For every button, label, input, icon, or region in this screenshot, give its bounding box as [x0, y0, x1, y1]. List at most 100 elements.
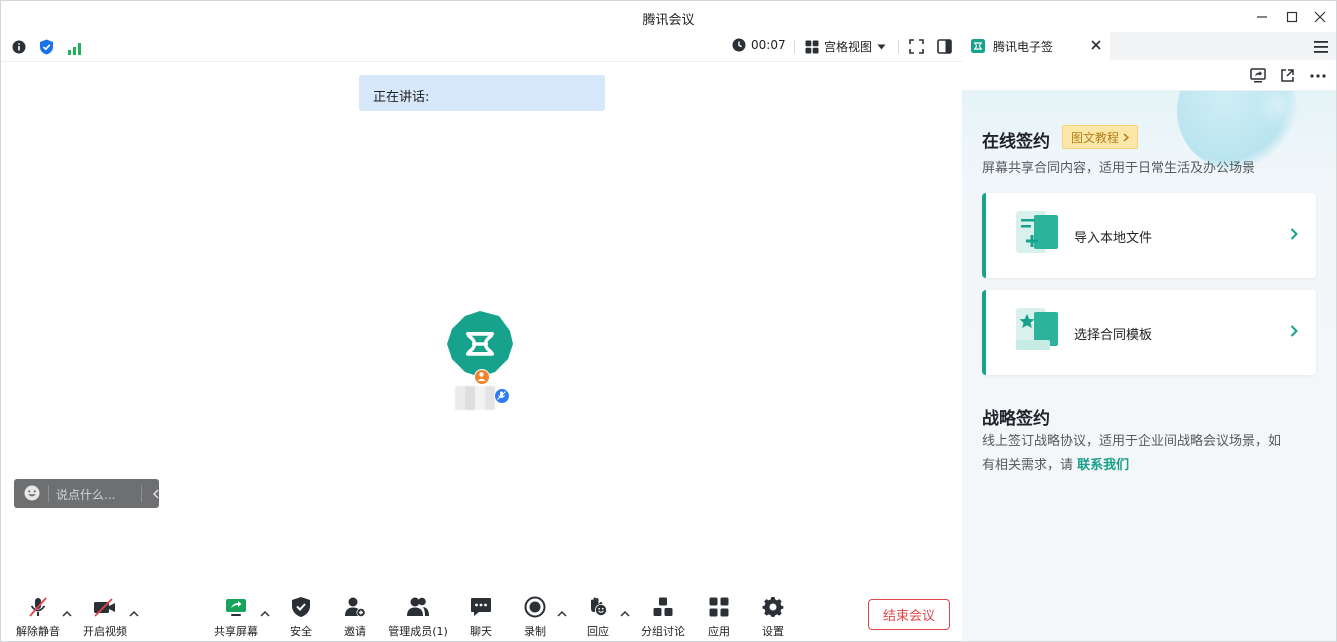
- mic-muted-icon: [27, 595, 49, 619]
- emoji-icon: [24, 485, 40, 501]
- share-options-chevron-icon[interactable]: [260, 610, 270, 617]
- contract-template-icon: [1016, 308, 1058, 350]
- network-signal-icon[interactable]: [67, 40, 82, 59]
- react-label: 回应: [587, 625, 609, 638]
- apps-icon: [708, 595, 730, 619]
- share-to-screen-icon[interactable]: [1250, 68, 1266, 83]
- import-file-label: 导入本地文件: [1074, 231, 1153, 246]
- manage-members-button[interactable]: 管理成员(1): [387, 595, 449, 639]
- gear-icon: [762, 595, 784, 619]
- audio-options-chevron-icon[interactable]: [62, 610, 72, 617]
- select-template-card[interactable]: 选择合同模板: [982, 290, 1316, 375]
- meeting-area: 00:07 宫格视图 正在讲话: 说点什么... 解除静音 开启视频 共享屏幕 …: [0, 32, 962, 642]
- unmute-button[interactable]: 解除静音: [8, 595, 68, 639]
- add-user-icon: [344, 595, 366, 619]
- meeting-topbar: 00:07 宫格视图: [1, 32, 962, 62]
- share-screen-icon: [225, 595, 247, 619]
- participant-avatar[interactable]: [447, 311, 513, 377]
- record-options-chevron-icon[interactable]: [557, 610, 567, 617]
- divider: [794, 40, 795, 54]
- tutorial-link[interactable]: 图文教程: [1062, 125, 1139, 149]
- settings-button[interactable]: 设置: [743, 595, 803, 639]
- import-file-icon: [1016, 211, 1058, 253]
- raise-hand-icon: [586, 595, 610, 619]
- info-icon[interactable]: [12, 39, 26, 58]
- speaking-label: 正在讲话:: [373, 90, 430, 105]
- chat-label: 聊天: [470, 625, 492, 638]
- panel-toolbar: [962, 60, 1336, 91]
- camera-off-icon: [93, 595, 117, 619]
- invite-label: 邀请: [344, 625, 366, 638]
- video-options-chevron-icon[interactable]: [129, 610, 139, 617]
- shield-security-icon[interactable]: [39, 39, 54, 59]
- chat-button[interactable]: 聊天: [451, 595, 511, 639]
- minimize-button[interactable]: [1252, 7, 1272, 27]
- apps-button[interactable]: 应用: [689, 595, 749, 639]
- chevron-right-icon: [1290, 325, 1298, 337]
- import-local-file-card[interactable]: 导入本地文件: [982, 193, 1316, 278]
- participant-mic-muted-icon: [494, 388, 510, 404]
- grid-view-icon: [805, 40, 819, 53]
- view-label: 宫格视图: [824, 40, 873, 54]
- react-options-chevron-icon[interactable]: [620, 610, 630, 617]
- breakout-icon: [652, 595, 674, 619]
- tutorial-label: 图文教程: [1071, 130, 1120, 145]
- close-icon: [1314, 11, 1326, 23]
- title-bar: 腾讯会议: [0, 0, 1337, 32]
- esign-content: 在线签约 图文教程 屏幕共享合同内容，适用于日常生活及办公场景 导入本地文件 选…: [962, 91, 1336, 641]
- quick-chat-input[interactable]: 说点什么...: [14, 479, 159, 508]
- strategic-sign-desc-line2: 有相关需求，请 联系我们: [982, 454, 1129, 478]
- online-sign-title: 在线签约: [982, 132, 1050, 152]
- minimize-icon: [1257, 16, 1267, 18]
- meeting-timer[interactable]: 00:07: [732, 38, 786, 52]
- invite-button[interactable]: 邀请: [325, 595, 385, 639]
- host-badge-icon: [474, 369, 490, 385]
- record-icon: [524, 595, 546, 619]
- start-video-button[interactable]: 开启视频: [75, 595, 135, 639]
- shield-icon: [291, 595, 311, 619]
- tab-esign[interactable]: 腾讯电子签: [962, 32, 1110, 60]
- chat-bubble-icon: [470, 595, 492, 619]
- end-meeting-button[interactable]: 结束会议: [868, 599, 950, 630]
- fullscreen-icon[interactable]: [909, 39, 924, 58]
- sidebar-toggle-icon[interactable]: [937, 39, 952, 58]
- collapse-chevron-icon[interactable]: [152, 489, 160, 499]
- speaking-indicator: 正在讲话:: [359, 75, 605, 111]
- settings-label: 设置: [762, 625, 784, 638]
- timer-text: 00:07: [751, 38, 786, 52]
- more-options-icon[interactable]: [1310, 74, 1326, 78]
- strategic-sign-desc-line1: 线上签订战略协议，适用于企业间战略会议场景，如: [982, 434, 1282, 449]
- menu-icon[interactable]: [1314, 41, 1328, 53]
- record-button[interactable]: 录制: [505, 595, 565, 639]
- breakout-rooms-button[interactable]: 分组讨论: [633, 595, 693, 639]
- record-label: 录制: [524, 625, 546, 638]
- share-screen-button[interactable]: 共享屏幕: [206, 595, 266, 639]
- breakout-label: 分组讨论: [641, 625, 685, 638]
- select-template-label: 选择合同模板: [1074, 328, 1153, 343]
- dropdown-arrow-icon: [877, 44, 886, 49]
- divider: [898, 40, 899, 54]
- share-screen-label: 共享屏幕: [214, 625, 258, 638]
- chevron-right-icon: [1290, 228, 1298, 240]
- esign-app-icon: [971, 39, 985, 53]
- members-icon: [406, 595, 430, 619]
- open-external-icon[interactable]: [1280, 68, 1295, 83]
- clock-icon: [732, 38, 746, 52]
- esign-panel: 腾讯电子签 在线签约 图文教程 屏幕共享合同内容，适用于日常生活及办公场景 导入…: [962, 32, 1337, 642]
- divider: [141, 485, 142, 502]
- online-sign-desc: 屏幕共享合同内容，适用于日常生活及办公场景: [982, 161, 1256, 176]
- close-window-button[interactable]: [1310, 7, 1330, 27]
- contact-us-link[interactable]: 联系我们: [1077, 458, 1129, 473]
- maximize-icon: [1286, 11, 1298, 23]
- strategic-desc-text: 有相关需求，请: [982, 458, 1074, 473]
- view-selector[interactable]: 宫格视图: [805, 38, 886, 55]
- window-title: 腾讯会议: [642, 13, 695, 28]
- maximize-button[interactable]: [1282, 7, 1302, 27]
- react-button[interactable]: 回应: [568, 595, 628, 639]
- participant-name-blurred: [455, 386, 495, 410]
- security-button[interactable]: 安全: [271, 595, 331, 639]
- close-tab-icon[interactable]: [1089, 38, 1103, 52]
- unmute-label: 解除静音: [16, 625, 60, 638]
- chevron-right-icon: [1123, 132, 1130, 142]
- tencent-sign-logo-icon: [447, 311, 513, 377]
